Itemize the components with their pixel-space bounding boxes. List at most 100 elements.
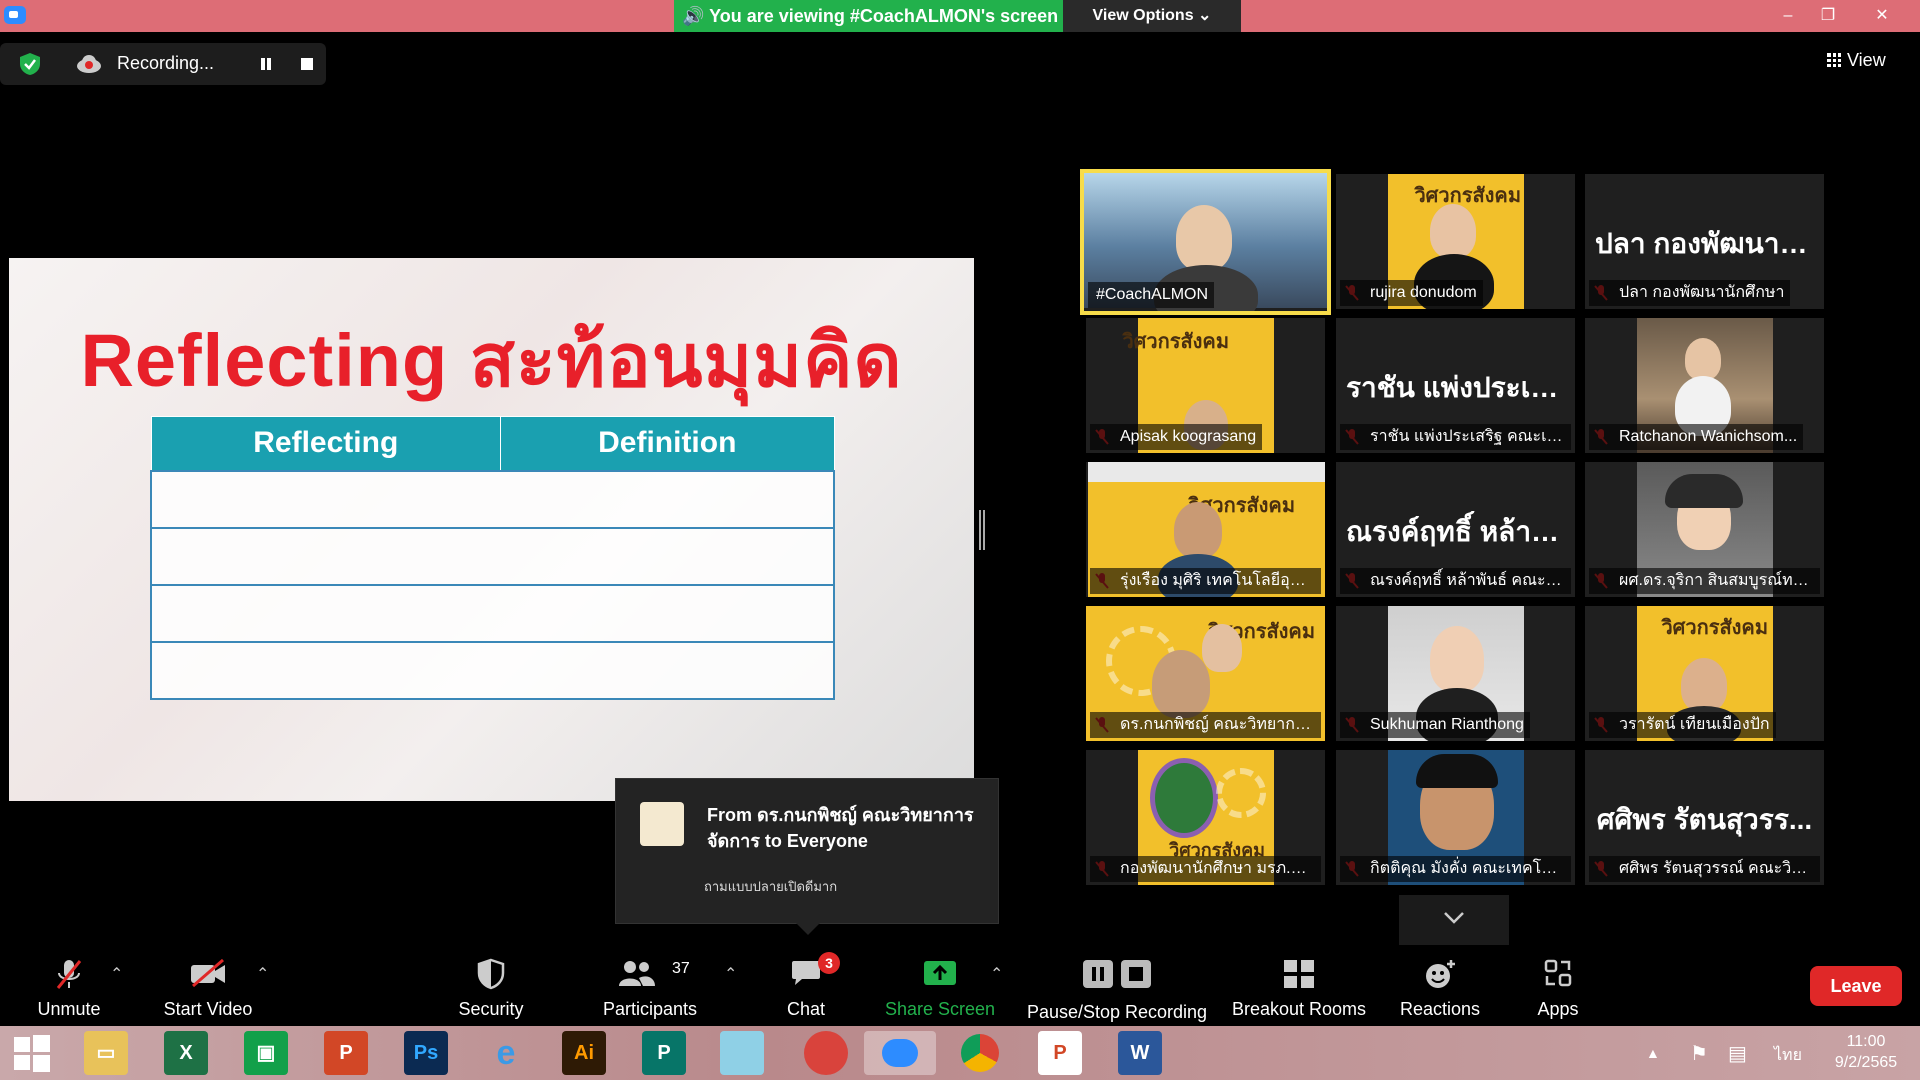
video-tile[interactable]: ปลา กองพัฒนานั... ปลา กองพัฒนานักศึกษา (1585, 174, 1824, 309)
flag-notification-icon[interactable]: ⚑ (1690, 1041, 1708, 1066)
tile-caption: ณรงค์ฤทธิ์ หล้าพันธ์ คณะวิทย์ (1340, 568, 1571, 594)
encryption-shield-icon[interactable] (19, 52, 41, 76)
video-tile[interactable]: วิศวกรสังคม rujira donudom (1336, 174, 1575, 309)
powerpoint-viewer-icon[interactable]: P (1038, 1031, 1082, 1075)
gallery-next-page-button[interactable] (1399, 895, 1509, 945)
university-seal-icon (1150, 758, 1218, 838)
tile-brand-text: วิศวกรสังคม (1414, 185, 1521, 207)
splitter-handle[interactable] (979, 510, 985, 550)
cloud-recording-icon (77, 55, 101, 73)
chat-sender: From ดร.กนกพิชญ์ คณะวิทยาการจัดการ to Ev… (707, 805, 974, 851)
close-button[interactable]: ✕ (1860, 0, 1904, 32)
file-explorer-icon[interactable]: ▭ (84, 1031, 128, 1075)
participants-button[interactable]: Participants (596, 946, 704, 1026)
store-icon[interactable]: ▣ (244, 1031, 288, 1075)
shared-screen: Reflecting สะท้อนมุมคิด Reflecting Defin… (9, 258, 974, 801)
video-tile[interactable]: ราชัน แพ่งประเส... ราชัน แพ่งประเสริฐ คณ… (1336, 318, 1575, 453)
table-row (150, 640, 835, 700)
apps-button[interactable]: Apps (1518, 946, 1598, 1026)
start-video-button[interactable]: Start Video (150, 946, 266, 1026)
video-tile[interactable]: วิศวกรสังคม วรารัตน์ เทียนเมืองปัก (1585, 606, 1824, 741)
restore-button[interactable]: ❐ (1806, 0, 1850, 32)
notepad-icon[interactable] (720, 1031, 764, 1075)
apps-icon (1544, 959, 1572, 987)
tile-caption: Ratchanon Wanichsom... (1589, 424, 1804, 450)
view-options-button[interactable]: View Options ⌄ (1063, 0, 1241, 32)
video-tile[interactable]: Sukhuman Rianthong (1336, 606, 1575, 741)
chat-label: Chat (786, 999, 826, 1019)
leave-button[interactable]: Leave (1810, 966, 1902, 1006)
tile-name-placeholder: ศศิพร รัตนสุวรร... (1596, 804, 1813, 835)
security-button[interactable]: Security (446, 946, 536, 1026)
share-options-chevron-icon[interactable]: ⌃ (990, 964, 1003, 984)
video-tile[interactable]: Ratchanon Wanichsom... (1585, 318, 1824, 453)
video-tile[interactable]: ณรงค์ฤทธิ์ หล้าพั... ณรงค์ฤทธิ์ หล้าพันธ… (1336, 462, 1575, 597)
participant-face (1430, 204, 1476, 258)
view-button[interactable]: View (1827, 50, 1886, 71)
participants-options-chevron-icon[interactable]: ⌃ (724, 964, 737, 984)
gear-decoration (1216, 768, 1266, 818)
video-tile[interactable]: วิศวกรสังคม Apisak koograsang (1086, 318, 1325, 453)
breakout-rooms-button[interactable]: Breakout Rooms (1230, 946, 1368, 1026)
start-video-label: Start Video (163, 999, 253, 1019)
video-options-chevron-icon[interactable]: ⌃ (256, 964, 269, 984)
participant-face (1685, 338, 1721, 380)
windows-start-icon[interactable] (10, 1031, 54, 1075)
powerpoint-icon[interactable]: P (324, 1031, 368, 1075)
view-label: View (1847, 50, 1886, 70)
tile-caption: #CoachALMON (1088, 282, 1215, 308)
word-icon[interactable]: W (1118, 1031, 1162, 1075)
system-clock[interactable]: 11:00 9/2/2565 (1826, 1031, 1906, 1073)
tile-caption: วรารัตน์ เทียนเมืองปัก (1589, 712, 1776, 738)
window-titlebar: 🔊 You are viewing #CoachALMON's screen V… (0, 0, 1920, 32)
apps-label: Apps (1537, 999, 1579, 1019)
unmute-label: Unmute (37, 999, 101, 1019)
participants-label: Participants (602, 999, 698, 1019)
publisher-icon[interactable]: P (642, 1031, 686, 1075)
fotoscape-icon[interactable] (804, 1031, 848, 1075)
tile-caption: กิตติคุณ มังคั่ง คณะเทคโนโล... (1340, 856, 1571, 882)
meeting-toolbar: Unmute ⌃ Start Video ⌃ Security Particip… (0, 946, 1920, 1026)
pause-recording-button[interactable] (258, 56, 274, 72)
chrome-icon[interactable] (958, 1031, 1002, 1075)
audio-options-chevron-icon[interactable]: ⌃ (110, 964, 123, 984)
share-screen-button[interactable]: Share Screen (880, 946, 1000, 1026)
zoom-taskbar-icon[interactable] (864, 1031, 936, 1075)
show-hidden-icons-button[interactable]: ▲ (1646, 1045, 1660, 1061)
pause-stop-recording-button[interactable]: Pause/Stop Recording (1022, 946, 1212, 1026)
video-tile[interactable]: วิศวกรสังคม รุ่งเรือง มุศิริ เทคโนโลยีอุ… (1086, 462, 1325, 597)
tile-caption: กองพัฒนานักศึกษา มรภ.พร... (1090, 856, 1321, 882)
video-tile[interactable]: ศศิพร รัตนสุวรร... ศศิพร รัตนสุวรรณ์ คณะ… (1585, 750, 1824, 885)
viewing-banner: 🔊 You are viewing #CoachALMON's screen (674, 0, 1063, 32)
input-language[interactable]: ไทย (1774, 1043, 1802, 1068)
excel-icon[interactable]: X (164, 1031, 208, 1075)
clock-time: 11:00 (1846, 1033, 1886, 1050)
photoshop-icon[interactable]: Ps (404, 1031, 448, 1075)
stop-recording-button[interactable] (301, 58, 313, 70)
reactions-button[interactable]: Reactions (1392, 946, 1488, 1026)
unmute-button[interactable]: Unmute (22, 946, 116, 1026)
network-icon[interactable]: ▤ (1728, 1041, 1747, 1066)
chevron-down-icon (1444, 912, 1464, 924)
participants-count: 37 (672, 960, 690, 977)
illustrator-icon[interactable]: Ai (562, 1031, 606, 1075)
muted-mic-icon (56, 960, 82, 989)
internet-explorer-icon[interactable]: e (484, 1031, 528, 1075)
table-row (150, 526, 835, 586)
video-tile[interactable]: กิตติคุณ มังคั่ง คณะเทคโนโล... (1336, 750, 1575, 885)
tile-brand-text: วิศวกรสังคม (1122, 331, 1229, 353)
tile-caption: ดร.กนกพิชญ์ คณะวิทยาการ... (1090, 712, 1321, 738)
reactions-label: Reactions (1399, 999, 1481, 1019)
minimize-button[interactable]: – (1766, 0, 1810, 32)
breakout-rooms-label: Breakout Rooms (1231, 999, 1367, 1019)
chat-message: ถามแบบปลายเปิดดีมาก (704, 879, 838, 894)
participant-hair (1665, 474, 1743, 508)
video-tile-active-speaker[interactable]: #CoachALMON (1080, 169, 1331, 315)
view-options-label: View Options (1092, 7, 1194, 24)
participant-face (1202, 624, 1242, 672)
video-tile[interactable]: วิศวกรสังคม กองพัฒนานักศึกษา มรภ.พร... (1086, 750, 1325, 885)
tile-caption: Sukhuman Rianthong (1340, 712, 1530, 738)
video-tile[interactable]: วิศวกรสังคม ดร.กนกพิชญ์ คณะวิทยาการ... (1086, 606, 1325, 741)
video-tile[interactable]: ผศ.ดร.จุริกา สินสมบูรณ์ทอง... (1585, 462, 1824, 597)
chat-notification[interactable]: From ดร.กนกพิชญ์ คณะวิทยาการจัดการ to Ev… (615, 778, 999, 935)
